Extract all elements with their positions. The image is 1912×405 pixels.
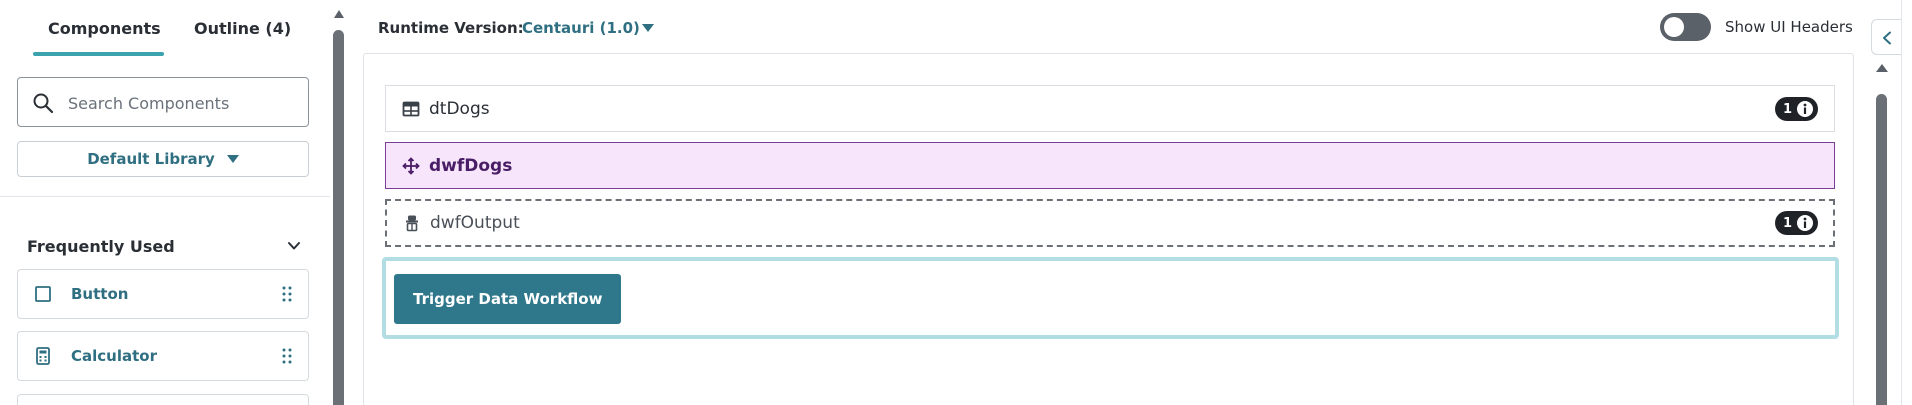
info-count-badge[interactable]: 1: [1774, 211, 1818, 235]
show-ui-headers-toggle[interactable]: [1660, 13, 1711, 41]
frequently-used-header[interactable]: Frequently Used: [27, 235, 302, 257]
row-label: dwfDogs: [429, 155, 513, 176]
search-input[interactable]: [68, 90, 298, 116]
drag-handle-icon[interactable]: [280, 284, 294, 304]
tab-outline[interactable]: Outline (4): [194, 19, 291, 38]
chevron-left-icon: [1883, 31, 1891, 45]
badge-count: 1: [1782, 215, 1792, 231]
info-count-badge[interactable]: 1: [1774, 97, 1818, 121]
library-label: Default Library: [87, 150, 215, 168]
component-label: Calculator: [71, 347, 157, 365]
top-bar: Runtime Version: Centauri (1.0) Show UI …: [348, 0, 1873, 54]
table-icon: [402, 101, 420, 116]
caret-down-icon: [226, 155, 239, 163]
canvas-row-dwfdogs[interactable]: dwfDogs: [385, 142, 1835, 189]
sidebar-scrollbar[interactable]: [330, 0, 348, 405]
component-label: Button: [71, 285, 129, 303]
expand-panel-button[interactable]: [1871, 19, 1901, 55]
active-tab-indicator: [33, 52, 164, 56]
trigger-data-workflow-button[interactable]: Trigger Data Workflow: [394, 274, 622, 324]
scroll-up-arrow-icon[interactable]: [1876, 64, 1888, 72]
caret-down-icon[interactable]: [642, 24, 654, 32]
library-dropdown[interactable]: Default Library: [17, 141, 309, 177]
scrollbar-thumb[interactable]: [333, 30, 344, 405]
scroll-up-arrow-icon[interactable]: [334, 10, 344, 18]
runtime-version-label: Runtime Version:: [378, 19, 524, 37]
sidebar-tabs: Components Outline (4): [0, 0, 330, 58]
tab-components[interactable]: Components: [48, 19, 161, 38]
runtime-version-select[interactable]: Centauri (1.0): [522, 19, 640, 37]
sidebar-divider: [0, 196, 330, 197]
section-title: Frequently Used: [27, 236, 175, 256]
info-icon: [1797, 215, 1813, 231]
toggle-knob: [1664, 17, 1684, 37]
info-icon: [1797, 101, 1813, 117]
search-icon: [33, 93, 54, 114]
search-box[interactable]: [17, 77, 309, 127]
scrollbar-thumb[interactable]: [1876, 94, 1887, 405]
page-canvas: dtDogs 1 dwfDogs dwfOutput 1 Trigger Dat…: [363, 53, 1854, 405]
agent-icon: [406, 215, 418, 232]
square-icon: [35, 286, 51, 302]
component-item-button[interactable]: Button: [17, 269, 309, 319]
show-ui-headers-label: Show UI Headers: [1725, 18, 1853, 36]
button-container[interactable]: Trigger Data Workflow: [382, 257, 1839, 339]
canvas-row-dtdogs[interactable]: dtDogs 1: [385, 85, 1835, 132]
component-item-partial[interactable]: [17, 394, 309, 405]
canvas-row-dwfoutput[interactable]: dwfOutput 1: [385, 199, 1835, 247]
canvas-scrollbar[interactable]: [1873, 54, 1890, 405]
chevron-down-icon: [288, 242, 300, 250]
badge-count: 1: [1782, 101, 1792, 117]
calculator-icon: [36, 347, 50, 365]
component-item-calculator[interactable]: Calculator: [17, 331, 309, 381]
row-label: dtDogs: [429, 98, 490, 119]
left-sidebar: Components Outline (4) Default Library F…: [0, 0, 348, 405]
row-label: dwfOutput: [430, 213, 520, 233]
right-panel-edge: [1901, 0, 1912, 405]
move-icon: [402, 156, 420, 175]
drag-handle-icon[interactable]: [280, 346, 294, 366]
